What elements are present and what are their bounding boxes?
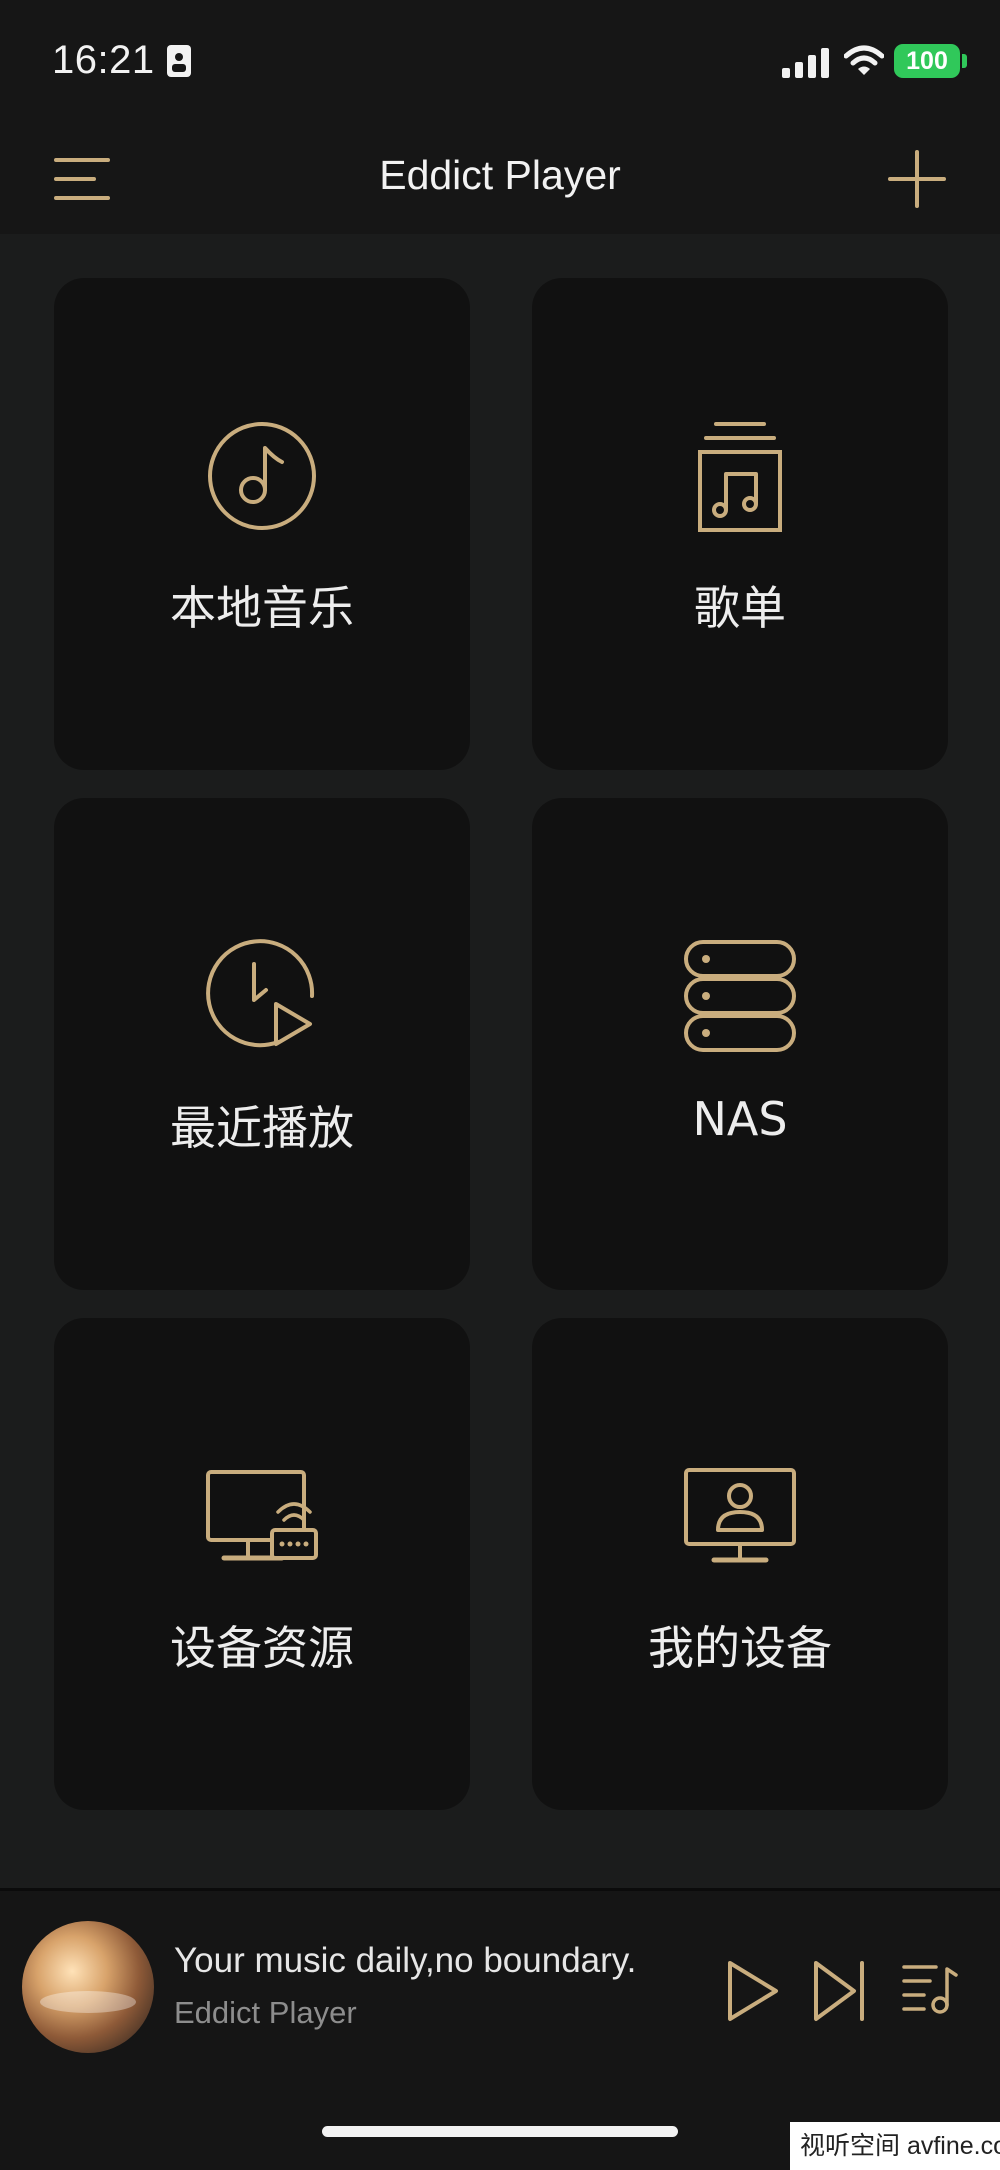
tile-label: 我的设备 (648, 1621, 832, 1675)
track-artist: Eddict Player (174, 1995, 357, 2030)
server-icon (684, 940, 796, 1052)
status-bar: 16:21 100 (0, 0, 1000, 120)
tile-label: 歌单 (694, 581, 786, 635)
sim-card-icon (167, 45, 191, 77)
nav-bar: Eddict Player (0, 120, 1000, 234)
tile-label: 最近播放 (170, 1101, 354, 1155)
home-indicator[interactable] (322, 2126, 678, 2137)
tile-device-resources[interactable]: 设备资源 (54, 1318, 470, 1810)
tile-label: 设备资源 (170, 1621, 354, 1675)
skip-next-icon[interactable] (812, 1959, 868, 2023)
tile-nas[interactable]: NAS (532, 798, 948, 1290)
recent-play-icon (206, 939, 315, 1048)
tile-playlist[interactable]: 歌单 (532, 278, 948, 770)
album-cover[interactable] (22, 1921, 154, 2053)
status-time: 16:21 (52, 38, 155, 82)
track-title: Your music daily,no boundary. (174, 1941, 637, 1980)
playlist-icon (698, 422, 782, 532)
tile-recent-play[interactable]: 最近播放 (54, 798, 470, 1290)
battery-nub (962, 54, 967, 68)
wifi-icon (844, 45, 884, 75)
tile-label: 本地音乐 (170, 581, 354, 635)
music-note-icon (208, 422, 316, 530)
my-device-icon (684, 1468, 796, 1563)
app-title: Eddict Player (379, 152, 621, 198)
add-icon[interactable] (888, 150, 946, 208)
queue-icon[interactable] (902, 1961, 958, 2017)
tile-local-music[interactable]: 本地音乐 (54, 278, 470, 770)
watermark: 视听空间 avfine.com (790, 2122, 1000, 2170)
battery-icon: 100 (894, 44, 960, 78)
tile-grid: 本地音乐 歌单 最近播放 NAS 设备资源 我的设备 (0, 234, 1000, 1888)
cellular-signal-icon (782, 48, 829, 78)
tile-my-devices[interactable]: 我的设备 (532, 1318, 948, 1810)
device-resource-icon (206, 1470, 318, 1561)
play-icon[interactable] (724, 1959, 780, 2023)
tile-label: NAS (692, 1092, 788, 1146)
